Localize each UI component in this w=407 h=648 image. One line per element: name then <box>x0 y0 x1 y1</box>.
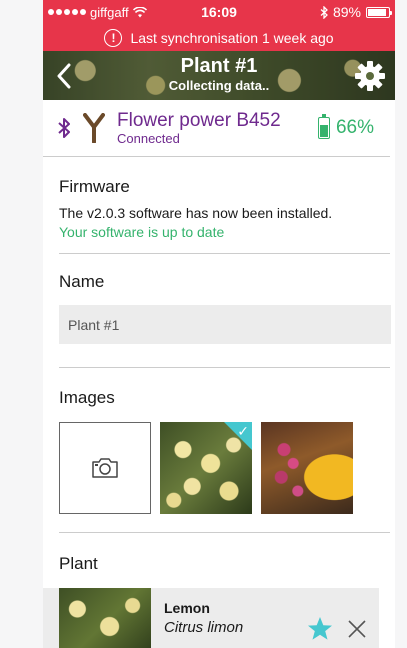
status-left: giffgaff <box>48 5 147 20</box>
plant-thumbnail <box>59 588 151 648</box>
firmware-inner: Firmware The v2.0.3 software has now bee… <box>59 157 390 254</box>
carrier-label: giffgaff <box>90 4 129 20</box>
plant-title: Plant <box>59 554 98 573</box>
signal-dots-icon <box>48 9 86 15</box>
plant-latin-name: Citrus limon <box>164 619 244 636</box>
plant-photo-flowers[interactable] <box>261 422 353 514</box>
right-gutter <box>395 0 407 648</box>
plant-card[interactable]: Lemon Citrus limon <box>43 588 379 648</box>
bluetooth-icon <box>58 118 70 138</box>
status-battery-label: 89% <box>332 4 361 20</box>
phone-screen: giffgaff 16:09 89% ! Last synchronisatio… <box>43 0 395 648</box>
firmware-status: Your software is up to date <box>59 224 225 240</box>
images-inner: Images ✓ <box>59 368 390 533</box>
alert-icon: ! <box>104 28 123 47</box>
flower-power-sensor-icon <box>83 113 105 143</box>
device-info: Flower power B452 Connected <box>117 110 318 146</box>
star-icon[interactable] <box>307 616 333 642</box>
bluetooth-status-icon <box>320 5 328 19</box>
plant-photo-lemons[interactable]: ✓ <box>160 422 252 514</box>
name-title: Name <box>59 272 105 291</box>
plant-actions <box>307 588 379 648</box>
add-photo-button[interactable] <box>59 422 151 514</box>
header-titles: Plant #1 Collecting data.. <box>43 54 395 94</box>
status-right: 89% <box>320 4 392 20</box>
page-title: Plant #1 <box>180 55 258 77</box>
sync-banner[interactable]: ! Last synchronisation 1 week ago <box>43 24 395 51</box>
sync-banner-text: Last synchronisation 1 week ago <box>130 29 334 46</box>
image-thumbnails: ✓ <box>59 422 390 514</box>
status-bar: giffgaff 16:09 89% <box>43 0 395 24</box>
checkmark-icon: ✓ <box>237 423 249 439</box>
left-gutter <box>0 0 43 648</box>
device-row[interactable]: Flower power B452 Connected 66% <box>43 100 390 157</box>
status-battery-icon <box>366 6 392 18</box>
device-battery-label: 66% <box>335 117 374 138</box>
plant-name-input[interactable] <box>59 305 391 344</box>
page-subtitle: Collecting data.. <box>168 78 270 93</box>
wifi-icon <box>132 6 147 17</box>
name-inner: Name <box>59 254 391 368</box>
camera-icon <box>92 458 118 478</box>
top-red-area: giffgaff 16:09 89% ! Last synchronisatio… <box>43 0 395 51</box>
firmware-message: The v2.0.3 software has now been install… <box>59 205 333 221</box>
plant-section: Plant Lemon Citrus limon <box>43 533 395 648</box>
images-section: Images ✓ <box>43 368 395 533</box>
firmware-section: Firmware The v2.0.3 software has now bee… <box>43 157 395 254</box>
images-title: Images <box>59 388 115 407</box>
plant-names: Lemon Citrus limon <box>151 588 307 648</box>
gear-icon[interactable] <box>353 59 387 93</box>
device-battery: 66% <box>317 114 374 139</box>
device-battery-icon <box>317 114 330 139</box>
device-status: Connected <box>117 131 180 146</box>
plant-header: Plant #1 Collecting data.. <box>43 51 395 100</box>
device-name: Flower power B452 <box>117 110 281 131</box>
name-section: Name <box>43 254 395 368</box>
firmware-title: Firmware <box>59 177 130 196</box>
plant-common-name: Lemon <box>164 600 210 616</box>
close-icon[interactable] <box>347 619 367 639</box>
